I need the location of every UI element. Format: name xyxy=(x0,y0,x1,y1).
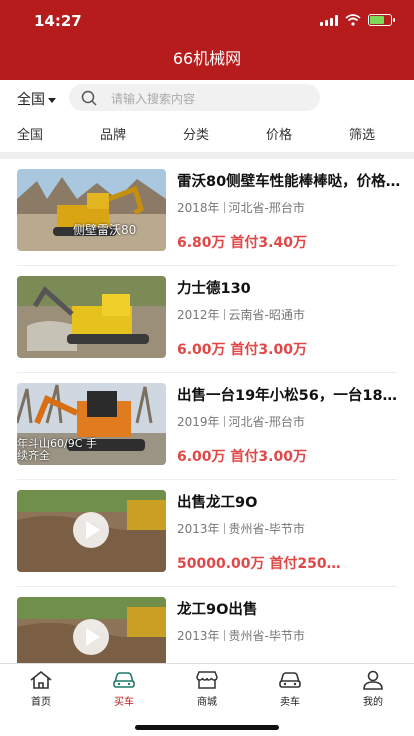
filter-region[interactable]: 全国 xyxy=(17,124,43,143)
status-icons xyxy=(320,14,395,26)
down-payment: 首付3.00万 xyxy=(230,449,307,465)
listing-year: 2013年 xyxy=(177,629,220,643)
filter-brand[interactable]: 品牌 xyxy=(100,124,126,143)
tab-mine[interactable]: 我的 xyxy=(348,670,398,708)
tab-label: 我的 xyxy=(363,697,383,708)
status-time: 14:27 xyxy=(34,12,82,30)
battery-icon xyxy=(368,14,395,26)
listing-thumbnail: 侧壁雷沃80 xyxy=(17,169,166,251)
tab-label: 卖车 xyxy=(280,697,300,708)
filter-price[interactable]: 价格 xyxy=(266,124,292,143)
price-value: 6.00万 xyxy=(177,449,226,465)
listing-price: 50000.00万 首付25000.00万 xyxy=(177,553,349,573)
price-value: 6.80万 xyxy=(177,235,226,251)
down-payment: 首付3.40万 xyxy=(230,235,307,251)
wifi-icon xyxy=(345,14,361,26)
listing-location: 云南省-昭通市 xyxy=(228,308,305,322)
listing-title: 出售一台19年小松56，一台18年斗山60 xyxy=(177,388,405,404)
listing-price: 6.80万 首付3.40万 xyxy=(177,232,357,252)
listing-item[interactable]: 出售龙工9O 2013年贵州省-毕节市 50000.00万 首付25000.00… xyxy=(0,480,414,587)
nav-bar: 66机械网 xyxy=(0,44,414,80)
listing-item[interactable]: 龙工9O出售 2013年 贵州省-毕节市 xyxy=(0,587,414,663)
listing-year: 2019年 xyxy=(177,415,220,429)
caret-down-icon xyxy=(48,97,56,103)
listing-item[interactable]: 年斗山60/9C 手续齐全 出售一台19年小松56，一台18年斗山60 2019… xyxy=(0,373,414,480)
filter-bar: 全国 品牌 分类 价格 筛选 xyxy=(0,116,414,159)
filter-category[interactable]: 分类 xyxy=(183,124,209,143)
tab-label: 首页 xyxy=(31,697,51,708)
listing-title: 出售龙工9O xyxy=(177,495,258,511)
home-icon xyxy=(30,670,52,689)
filter-more[interactable]: 筛选 xyxy=(349,124,375,143)
listing-price: 6.00万 首付3.00万 xyxy=(177,339,357,359)
play-icon[interactable] xyxy=(73,619,109,655)
tab-sell[interactable]: 卖车 xyxy=(265,670,315,708)
search-input[interactable]: 请输入搜索内容 xyxy=(69,84,320,111)
listing-meta: 2013年 贵州省-毕节市 xyxy=(177,520,305,537)
user-icon xyxy=(363,670,383,690)
listing-thumbnail xyxy=(17,597,166,663)
listing-year: 2018年 xyxy=(177,201,220,215)
down-payment: 首付3.00万 xyxy=(230,342,307,358)
listing-meta: 2012年 云南省-昭通市 xyxy=(177,306,305,323)
tab-home[interactable]: 首页 xyxy=(16,670,66,708)
search-placeholder: 请输入搜索内容 xyxy=(111,92,196,106)
listing-year: 2013年 xyxy=(177,522,220,536)
search-icon xyxy=(81,90,97,106)
listing-thumbnail: 年斗山60/9C 手续齐全 xyxy=(17,383,166,465)
listing-item[interactable]: 侧壁雷沃80 雷沃80侧壁车性能棒棒哒，价格美丽 2018年 河北省-邢台市 6.… xyxy=(0,159,414,266)
home-indicator xyxy=(135,725,279,730)
price-value: 50000.00万 xyxy=(177,556,265,572)
page-title: 66机械网 xyxy=(172,49,242,68)
listing-title: 龙工9O出售 xyxy=(177,602,258,618)
region-selector[interactable]: 全国 xyxy=(17,89,56,109)
tab-label: 商城 xyxy=(197,697,217,708)
status-bar: 14:27 xyxy=(0,0,414,44)
listing-year: 2012年 xyxy=(177,308,220,322)
price-value: 6.00万 xyxy=(177,342,226,358)
listing-location: 河北省-邢台市 xyxy=(228,415,305,429)
listing-title: 雷沃80侧壁车性能棒棒哒，价格美丽 xyxy=(177,174,405,190)
down-payment: 首付25000.00万 xyxy=(269,556,349,572)
listing-thumbnail xyxy=(17,276,166,358)
play-icon[interactable] xyxy=(73,512,109,548)
thumbnail-caption: 侧壁雷沃80 xyxy=(73,223,137,237)
car-icon xyxy=(113,672,135,688)
listing-thumbnail xyxy=(17,490,166,572)
listing-location: 贵州省-毕节市 xyxy=(228,629,305,643)
listing-list: 侧壁雷沃80 雷沃80侧壁车性能棒棒哒，价格美丽 2018年 河北省-邢台市 6.… xyxy=(0,159,414,663)
listing-price: 6.00万 首付3.00万 xyxy=(177,446,357,466)
signal-icon xyxy=(320,14,338,26)
tab-label: 买车 xyxy=(114,697,134,708)
thumbnail-caption: 年斗山60/9C 手续齐全 xyxy=(17,437,97,462)
listing-title: 力士德130 xyxy=(177,281,251,297)
listing-item[interactable]: 力士德130 2012年 云南省-昭通市 6.00万 首付3.00万 xyxy=(0,266,414,373)
listing-location: 贵州省-毕节市 xyxy=(228,522,305,536)
listing-meta: 2019年 河北省-邢台市 xyxy=(177,413,305,430)
listing-meta: 2013年 贵州省-毕节市 xyxy=(177,627,305,644)
listing-location: 河北省-邢台市 xyxy=(228,201,305,215)
tab-store[interactable]: 商城 xyxy=(182,670,232,708)
region-label: 全国 xyxy=(17,92,45,108)
listing-meta: 2018年 河北省-邢台市 xyxy=(177,199,305,216)
car-icon xyxy=(279,672,301,688)
tab-buy[interactable]: 买车 xyxy=(99,670,149,708)
store-icon xyxy=(196,671,218,689)
search-row: 全国 请输入搜索内容 xyxy=(0,80,414,116)
